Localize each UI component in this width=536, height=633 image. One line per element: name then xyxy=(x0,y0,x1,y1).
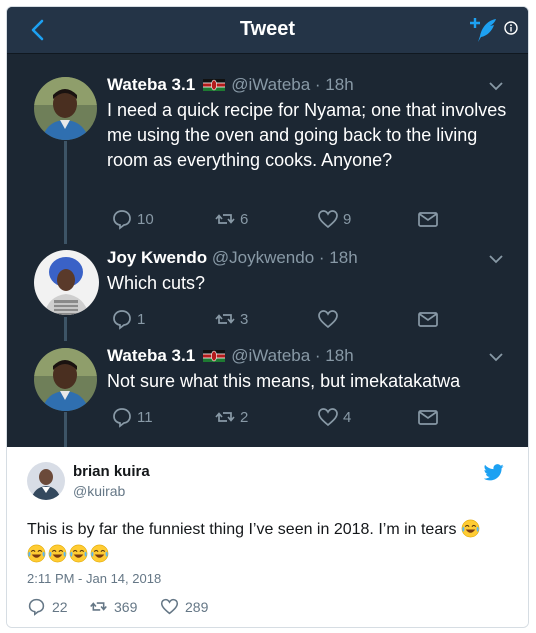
reply-button[interactable]: 22 xyxy=(27,597,68,616)
kenya-flag-icon xyxy=(203,349,226,362)
embedded-tweet-card: Tweet Wateba 3.1 @iWateba · 18h I need a… xyxy=(6,6,529,628)
tears-of-joy-icon xyxy=(461,519,480,538)
thread-tweet[interactable]: Wateba 3.1 @iWateba · 18h I need a quick … xyxy=(107,74,514,230)
thread-tweet[interactable]: Joy Kwendo @Joykwendo · 18h Which cuts? … xyxy=(107,247,514,330)
tweet-text: Which cuts? xyxy=(107,273,206,293)
retweet-icon xyxy=(215,214,235,224)
reply-count: 1 xyxy=(137,310,146,328)
retweet-count: 3 xyxy=(240,310,249,328)
top-nav-bar: Tweet xyxy=(7,7,528,54)
retweet-icon xyxy=(215,412,235,422)
thread-connector xyxy=(64,317,67,341)
author-name[interactable]: brian kuira xyxy=(73,463,150,480)
chevron-down-icon[interactable] xyxy=(488,351,504,363)
tweet-text: Not sure what this means, but imekatakat… xyxy=(107,371,461,391)
reply-button[interactable]: 10 xyxy=(111,208,154,230)
tears-of-joy-icon xyxy=(27,544,46,563)
tweet-time[interactable]: · 18h xyxy=(319,248,358,267)
heart-icon xyxy=(318,210,338,229)
message-button[interactable] xyxy=(417,208,439,230)
heart-icon xyxy=(318,408,338,427)
avatar[interactable] xyxy=(27,462,65,500)
avatar[interactable] xyxy=(34,77,97,140)
tweet-header: Wateba 3.1 @iWateba · 18h xyxy=(107,74,514,96)
retweet-button[interactable]: 3 xyxy=(214,308,248,330)
thread-connector xyxy=(64,412,67,447)
avatar[interactable] xyxy=(34,250,99,315)
chevron-down-icon[interactable] xyxy=(488,80,504,92)
like-count: 9 xyxy=(343,210,352,228)
retweet-icon xyxy=(215,314,235,324)
retweet-count: 2 xyxy=(240,408,249,426)
like-button[interactable]: 4 xyxy=(317,406,351,428)
quote-tweet[interactable]: brian kuira @kuirab This is by far the f… xyxy=(7,447,528,627)
like-button[interactable] xyxy=(317,308,343,330)
tweet-actions: 10 6 9 xyxy=(107,208,467,230)
author-handle[interactable]: @iWateba xyxy=(231,75,310,94)
retweet-count: 6 xyxy=(240,210,249,228)
envelope-icon xyxy=(418,212,438,227)
page-title: Tweet xyxy=(239,18,296,40)
retweet-icon xyxy=(90,602,107,611)
author-name[interactable]: Wateba 3.1 xyxy=(107,75,195,94)
reply-count: 11 xyxy=(137,408,153,426)
tweet-time[interactable]: · 18h xyxy=(315,346,354,365)
tweet-actions: 1 3 xyxy=(107,308,467,330)
compose-tweet-icon[interactable] xyxy=(469,16,499,44)
tweet-text: This is by far the funniest thing I’ve s… xyxy=(27,521,457,538)
tears-of-joy-icon xyxy=(69,544,88,563)
reply-icon xyxy=(113,408,131,428)
like-count: 289 xyxy=(185,598,209,615)
tweet-header: Joy Kwendo @Joykwendo · 18h xyxy=(107,247,514,269)
heart-icon xyxy=(160,598,179,615)
tweet-timestamp[interactable]: 2:11 PM - Jan 14, 2018 xyxy=(27,571,161,586)
reply-icon xyxy=(113,310,131,330)
tears-of-joy-icon xyxy=(48,544,67,563)
chevron-down-icon[interactable] xyxy=(488,253,504,265)
author-handle[interactable]: @kuirab xyxy=(73,483,125,499)
reply-icon xyxy=(28,598,45,616)
info-icon[interactable] xyxy=(504,21,518,35)
tweet-text: I need a quick recipe for Nyama; one tha… xyxy=(107,100,507,170)
tears-of-joy-icon xyxy=(90,544,109,563)
reply-icon xyxy=(113,210,131,230)
quote-text-block: This is by far the funniest thing I’ve s… xyxy=(27,517,507,567)
heart-icon xyxy=(318,310,338,329)
thread-connector xyxy=(64,141,67,244)
reply-count: 22 xyxy=(52,598,68,615)
like-button[interactable]: 9 xyxy=(317,208,351,230)
like-button[interactable]: 289 xyxy=(160,597,208,616)
message-button[interactable] xyxy=(417,308,439,330)
tweet-actions: 22 369 289 xyxy=(27,597,327,617)
author-name[interactable]: Joy Kwendo xyxy=(107,248,207,267)
reply-button[interactable]: 1 xyxy=(111,308,145,330)
like-count: 4 xyxy=(343,408,352,426)
envelope-icon xyxy=(418,312,438,327)
retweet-button[interactable]: 2 xyxy=(214,406,248,428)
message-button[interactable] xyxy=(417,406,439,428)
avatar[interactable] xyxy=(34,348,97,411)
retweet-button[interactable]: 369 xyxy=(89,597,137,616)
tweet-time[interactable]: · 18h xyxy=(315,75,354,94)
retweet-count: 369 xyxy=(114,598,138,615)
tweet-actions: 11 2 4 xyxy=(107,406,467,428)
envelope-icon xyxy=(418,410,438,425)
author-handle[interactable]: @Joykwendo xyxy=(212,248,314,267)
reply-count: 10 xyxy=(137,210,154,228)
twitter-bird-icon[interactable] xyxy=(484,464,504,481)
thread-screenshot: Tweet Wateba 3.1 @iWateba · 18h I need a… xyxy=(7,7,528,447)
author-handle[interactable]: @iWateba xyxy=(231,346,310,365)
thread-tweet[interactable]: Wateba 3.1 @iWateba · 18h Not sure what t… xyxy=(107,345,514,428)
kenya-flag-icon xyxy=(203,78,226,91)
tweet-header: Wateba 3.1 @iWateba · 18h xyxy=(107,345,514,367)
reply-button[interactable]: 11 xyxy=(111,406,153,428)
author-name[interactable]: Wateba 3.1 xyxy=(107,346,195,365)
retweet-button[interactable]: 6 xyxy=(214,208,248,230)
